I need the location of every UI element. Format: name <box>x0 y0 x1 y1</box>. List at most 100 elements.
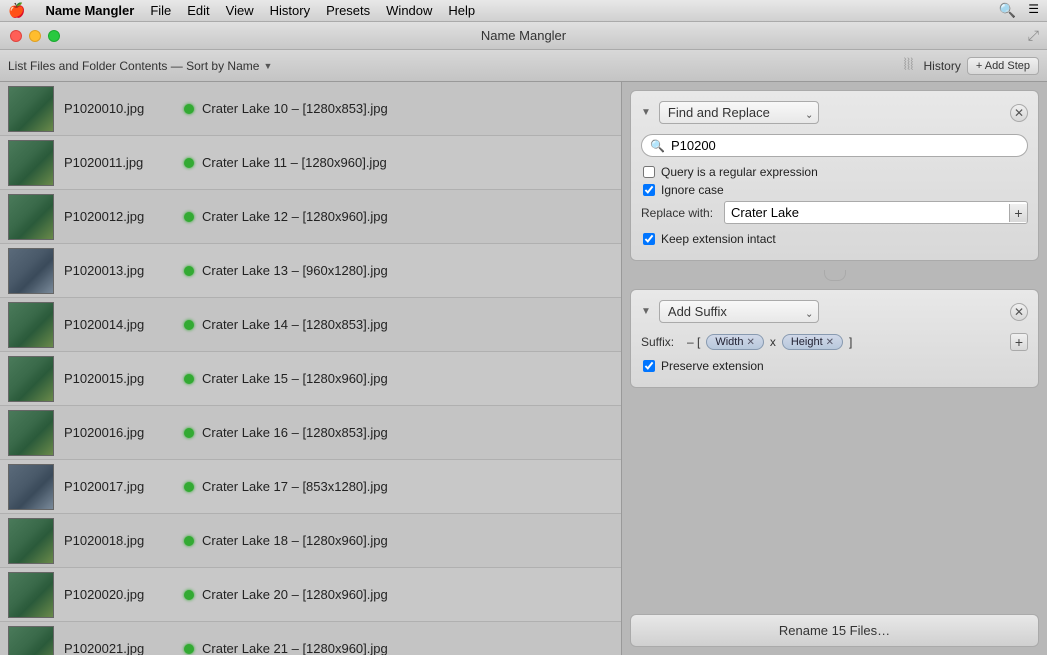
right-panel: ▼ Find and Replace Add Prefix Add Suffix… <box>622 82 1047 655</box>
file-result: Crater Lake 14 – [1280x853].jpg <box>202 317 388 332</box>
step1-collapse-icon[interactable]: ▼ <box>641 107 651 118</box>
width-token-remove[interactable]: ✕ <box>746 337 754 348</box>
height-token[interactable]: Height ✕ <box>782 334 843 350</box>
step1-type-select[interactable]: Find and Replace Add Prefix Add Suffix N… <box>659 101 819 124</box>
list-mode-label: List Files and Folder Contents — Sort by… <box>8 59 259 73</box>
title-bar: Name Mangler ⤢ <box>0 22 1047 50</box>
file-result: Crater Lake 16 – [1280x853].jpg <box>202 425 388 440</box>
height-token-remove[interactable]: ✕ <box>826 337 834 348</box>
step2-close-button[interactable]: ✕ <box>1010 303 1028 321</box>
close-button[interactable] <box>10 30 22 42</box>
file-result: Crater Lake 13 – [960x1280].jpg <box>202 263 388 278</box>
status-dot <box>184 158 194 168</box>
file-result: Crater Lake 18 – [1280x960].jpg <box>202 533 388 548</box>
find-replace-card: ▼ Find and Replace Add Prefix Add Suffix… <box>630 90 1039 261</box>
resize-icon[interactable]: ⤢ <box>1028 27 1039 44</box>
file-result: Crater Lake 11 – [1280x960].jpg <box>202 155 387 170</box>
help-menu[interactable]: Help <box>448 3 475 18</box>
file-name: P1020018.jpg <box>64 533 184 548</box>
step1-header: ▼ Find and Replace Add Prefix Add Suffix… <box>641 101 1028 124</box>
status-dot <box>184 320 194 330</box>
file-result: Crater Lake 17 – [853x1280].jpg <box>202 479 388 494</box>
ignore-case-checkbox[interactable] <box>643 184 655 196</box>
view-menu[interactable]: View <box>226 3 254 18</box>
minimize-button[interactable] <box>29 30 41 42</box>
list-icon[interactable]: ☰ <box>1028 2 1039 19</box>
table-row[interactable]: P1020021.jpgCrater Lake 21 – [1280x960].… <box>0 622 621 655</box>
file-name: P1020011.jpg <box>64 155 184 170</box>
step1-close-button[interactable]: ✕ <box>1010 104 1028 122</box>
toolbar: List Files and Folder Contents — Sort by… <box>0 50 1047 82</box>
search-icon: 🔍 <box>650 139 665 153</box>
table-row[interactable]: P1020015.jpg Crater Lake 15 – [1280x960].… <box>0 352 621 406</box>
step2-header: ▼ Add Suffix Add Prefix Find and Replace… <box>641 300 1028 323</box>
replace-row: Replace with: + <box>641 201 1028 224</box>
replace-input[interactable] <box>725 202 1009 223</box>
step2-collapse-icon[interactable]: ▼ <box>641 306 651 317</box>
table-row[interactable]: P1020016.jpg Crater Lake 16 – [1280x853].… <box>0 406 621 460</box>
status-dot <box>184 428 194 438</box>
window-menu[interactable]: Window <box>386 3 432 18</box>
presets-menu[interactable]: Presets <box>326 3 370 18</box>
window-controls <box>10 30 60 42</box>
history-menu[interactable]: History <box>270 3 310 18</box>
search-icon[interactable]: 🔍 <box>999 2 1016 19</box>
table-row[interactable]: P1020011.jpg Crater Lake 11 – [1280x960].… <box>0 136 621 190</box>
separator-icon: ⦚⦚⦚ <box>903 57 913 75</box>
status-dot <box>184 536 194 546</box>
keep-extension-label: Keep extension intact <box>661 232 776 246</box>
width-token-label: Width <box>715 336 743 348</box>
window-title: Name Mangler <box>481 28 566 43</box>
ignore-case-row: Ignore case <box>641 183 1028 197</box>
suffix-plus-button[interactable]: + <box>1010 333 1028 351</box>
apple-menu[interactable]: 🍎 <box>8 2 25 19</box>
edit-menu[interactable]: Edit <box>187 3 209 18</box>
ignore-case-label: Ignore case <box>661 183 724 197</box>
app-name-menu[interactable]: Name Mangler <box>45 3 134 18</box>
preserve-extension-row: Preserve extension <box>641 359 1028 373</box>
file-result: Crater Lake 10 – [1280x853].jpg <box>202 101 388 116</box>
list-mode-chevron[interactable]: ▼ <box>263 61 272 71</box>
query-regex-row: Query is a regular expression <box>641 165 1028 179</box>
suffix-dash-text: – [ <box>687 335 700 349</box>
step2-type-select[interactable]: Add Suffix Add Prefix Find and Replace N… <box>659 300 819 323</box>
file-name: P1020012.jpg <box>64 209 184 224</box>
status-dot <box>184 482 194 492</box>
suffix-row: Suffix: – [ Width ✕ x Height ✕ ] + <box>641 333 1028 351</box>
maximize-button[interactable] <box>48 30 60 42</box>
file-name: P1020015.jpg <box>64 371 184 386</box>
table-row[interactable]: P1020014.jpg Crater Lake 14 – [1280x853].… <box>0 298 621 352</box>
width-token[interactable]: Width ✕ <box>706 334 764 350</box>
table-row[interactable]: P1020012.jpgCrater Lake 12 – [1280x960].… <box>0 190 621 244</box>
query-regex-label: Query is a regular expression <box>661 165 818 179</box>
file-name: P1020010.jpg <box>64 101 184 116</box>
keep-extension-checkbox[interactable] <box>643 233 655 245</box>
file-name: P1020016.jpg <box>64 425 184 440</box>
status-dot <box>184 374 194 384</box>
add-suffix-card: ▼ Add Suffix Add Prefix Find and Replace… <box>630 289 1039 388</box>
file-name: P1020014.jpg <box>64 317 184 332</box>
file-result: Crater Lake 15 – [1280x960].jpg <box>202 371 388 386</box>
keep-extension-row: Keep extension intact <box>641 232 1028 246</box>
table-row[interactable]: P1020013.jpg Crater Lake 13 – [960x1280].… <box>0 244 621 298</box>
add-step-button[interactable]: + Add Step <box>967 57 1039 75</box>
file-result: Crater Lake 21 – [1280x960].jpg <box>202 641 388 655</box>
search-row: 🔍 <box>641 134 1028 157</box>
table-row[interactable]: P1020018.jpg Crater Lake 18 – [1280x960].… <box>0 514 621 568</box>
status-dot <box>184 212 194 222</box>
table-row[interactable]: P1020010.jpg Crater Lake 10 – [1280x853].… <box>0 82 621 136</box>
suffix-label: Suffix: <box>641 335 681 349</box>
replace-plus-button[interactable]: + <box>1009 204 1027 222</box>
file-menu[interactable]: File <box>150 3 171 18</box>
file-name: P1020013.jpg <box>64 263 184 278</box>
main-content: P1020010.jpg Crater Lake 10 – [1280x853].… <box>0 82 1047 655</box>
suffix-close-text: ] <box>849 335 852 349</box>
query-regex-checkbox[interactable] <box>643 166 655 178</box>
rename-button[interactable]: Rename 15 Files… <box>630 614 1039 647</box>
table-row[interactable]: P1020020.jpgCrater Lake 20 – [1280x960].… <box>0 568 621 622</box>
preserve-extension-checkbox[interactable] <box>643 360 655 372</box>
file-list-panel: P1020010.jpg Crater Lake 10 – [1280x853].… <box>0 82 622 655</box>
search-input[interactable] <box>671 138 1019 153</box>
table-row[interactable]: P1020017.jpgCrater Lake 17 – [853x1280].… <box>0 460 621 514</box>
menu-bar: 🍎 Name Mangler File Edit View History Pr… <box>0 0 1047 22</box>
